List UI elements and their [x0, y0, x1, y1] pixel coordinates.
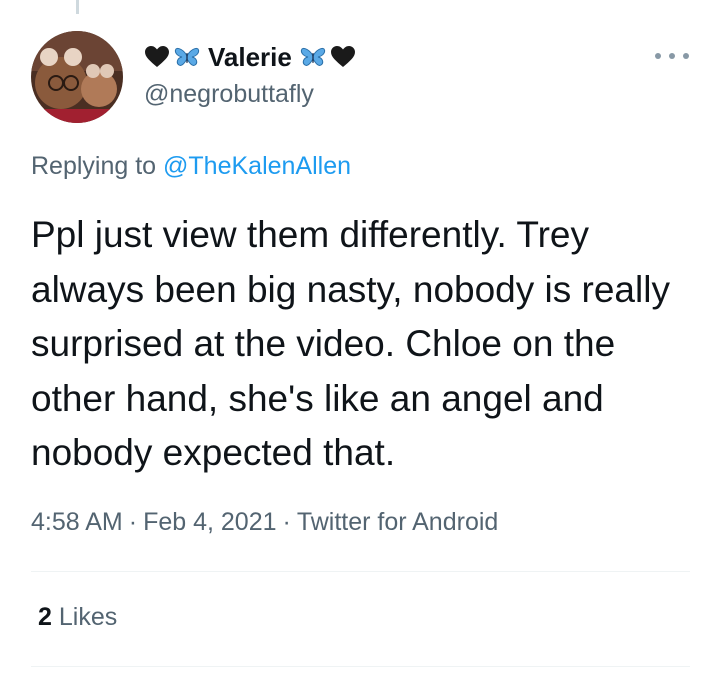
- thread-connector-line: [76, 0, 79, 14]
- butterfly-icon: [300, 44, 326, 70]
- display-name[interactable]: Valerie: [208, 42, 292, 73]
- tweet-text: Ppl just view them differently. Trey alw…: [31, 214, 670, 473]
- more-dot: [669, 53, 675, 59]
- avatar[interactable]: [31, 31, 123, 123]
- black-heart-icon: [330, 44, 356, 70]
- black-heart-icon: [144, 44, 170, 70]
- tweet-date[interactable]: Feb 4, 2021: [143, 508, 276, 536]
- meta-separator: ·: [128, 508, 138, 536]
- likes-count: 2: [38, 603, 52, 631]
- likes-label: Likes: [58, 603, 118, 631]
- author-handle[interactable]: @negrobuttafly: [144, 80, 314, 109]
- tweet-metadata: 4:58 AM · Feb 4, 2021 · Twitter for Android: [31, 508, 498, 537]
- tweet-source-link[interactable]: Twitter for Android: [297, 508, 498, 536]
- more-options-icon[interactable]: [655, 48, 689, 64]
- butterfly-icon: [174, 44, 200, 70]
- likes-link[interactable]: 2 Likes: [38, 603, 117, 632]
- replying-to-line: Replying to @TheKalenAllen: [31, 152, 351, 181]
- more-dot: [683, 53, 689, 59]
- tweet-time[interactable]: 4:58 AM: [31, 508, 123, 536]
- reply-mention-link[interactable]: @TheKalenAllen: [163, 152, 351, 180]
- meta-separator: ·: [282, 508, 291, 536]
- more-dot: [655, 53, 661, 59]
- author-name-row[interactable]: Valerie: [144, 40, 356, 74]
- divider: [31, 571, 690, 572]
- divider: [31, 666, 690, 667]
- replying-to-label: Replying to: [31, 152, 157, 180]
